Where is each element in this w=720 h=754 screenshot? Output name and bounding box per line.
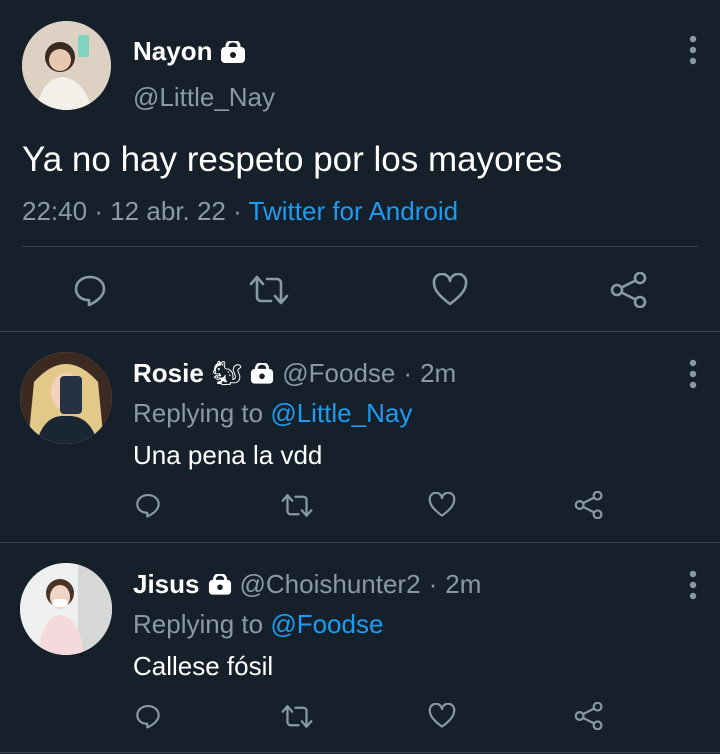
tweet-text: Callese fósil [133, 651, 274, 681]
like-icon[interactable] [426, 700, 458, 732]
replying-to: Replying to @Foodse [133, 609, 383, 640]
tweet-meta: 22:40 · 12 abr. 22 · Twitter for Android [22, 196, 458, 227]
tweet-text: Una pena la vdd [133, 440, 323, 470]
author-handle[interactable]: @Choishunter2 [240, 569, 421, 600]
meta-separator: · [403, 358, 413, 388]
reply-icon[interactable] [132, 700, 164, 732]
avatar-photo [20, 563, 112, 655]
author-name[interactable]: Jisus [133, 569, 200, 600]
lock-icon [208, 574, 232, 595]
reply-tweet: Rosie 🐿 @Foodse · 2m Replying to @Little… [0, 332, 720, 542]
divider [22, 246, 698, 247]
reply-icon[interactable] [132, 489, 164, 521]
tweet-time: 2m [420, 358, 457, 388]
replying-to-link[interactable]: @Little_Nay [270, 398, 412, 428]
author-name[interactable]: Rosie [133, 358, 204, 389]
author-name[interactable]: Nayon [133, 36, 212, 67]
author-row: Nayon [133, 36, 246, 67]
avatar[interactable] [20, 563, 112, 655]
author-row: Rosie 🐿 @Foodse · 2m [133, 358, 456, 389]
tweet-source-link[interactable]: Twitter for Android [249, 196, 459, 226]
replying-to: Replying to @Little_Nay [133, 398, 412, 429]
divider [0, 752, 720, 753]
lock-icon [250, 363, 274, 384]
share-icon[interactable] [573, 489, 605, 521]
like-icon[interactable] [430, 270, 470, 310]
retweet-icon[interactable] [281, 489, 313, 521]
squirrel-emoji: 🐿 [211, 360, 243, 387]
meta-separator: · [428, 569, 438, 599]
replying-label: Replying to [133, 398, 264, 428]
author-handle[interactable]: @Little_Nay [133, 82, 275, 113]
share-icon[interactable] [573, 700, 605, 732]
retweet-icon[interactable] [249, 270, 289, 310]
meta-separator: · [94, 196, 103, 226]
lock-icon [220, 40, 246, 63]
like-icon[interactable] [426, 489, 458, 521]
meta-separator: · [233, 196, 242, 226]
more-vertical-icon[interactable] [681, 358, 705, 390]
more-vertical-icon[interactable] [681, 34, 705, 66]
avatar-photo [22, 21, 111, 110]
more-vertical-icon[interactable] [681, 569, 705, 601]
retweet-icon[interactable] [281, 700, 313, 732]
author-handle[interactable]: @Foodse [282, 358, 395, 389]
author-row: Jisus @Choishunter2 · 2m [133, 569, 481, 600]
reply-tweet: Jisus @Choishunter2 · 2m Replying to @Fo… [0, 543, 720, 753]
avatar[interactable] [20, 352, 112, 444]
main-tweet: Nayon @Little_Nay Ya no hay respeto por … [0, 0, 720, 331]
reply-icon[interactable] [70, 270, 110, 310]
tweet-time: 2m [445, 569, 482, 599]
avatar[interactable] [22, 21, 111, 110]
replying-label: Replying to [133, 609, 264, 639]
share-icon[interactable] [609, 270, 649, 310]
avatar-photo [20, 352, 112, 444]
tweet-date: 12 abr. 22 [110, 196, 226, 226]
replying-to-link[interactable]: @Foodse [270, 609, 383, 639]
tweet-text: Ya no hay respeto por los mayores [22, 140, 563, 179]
tweet-time: 22:40 [22, 196, 88, 226]
